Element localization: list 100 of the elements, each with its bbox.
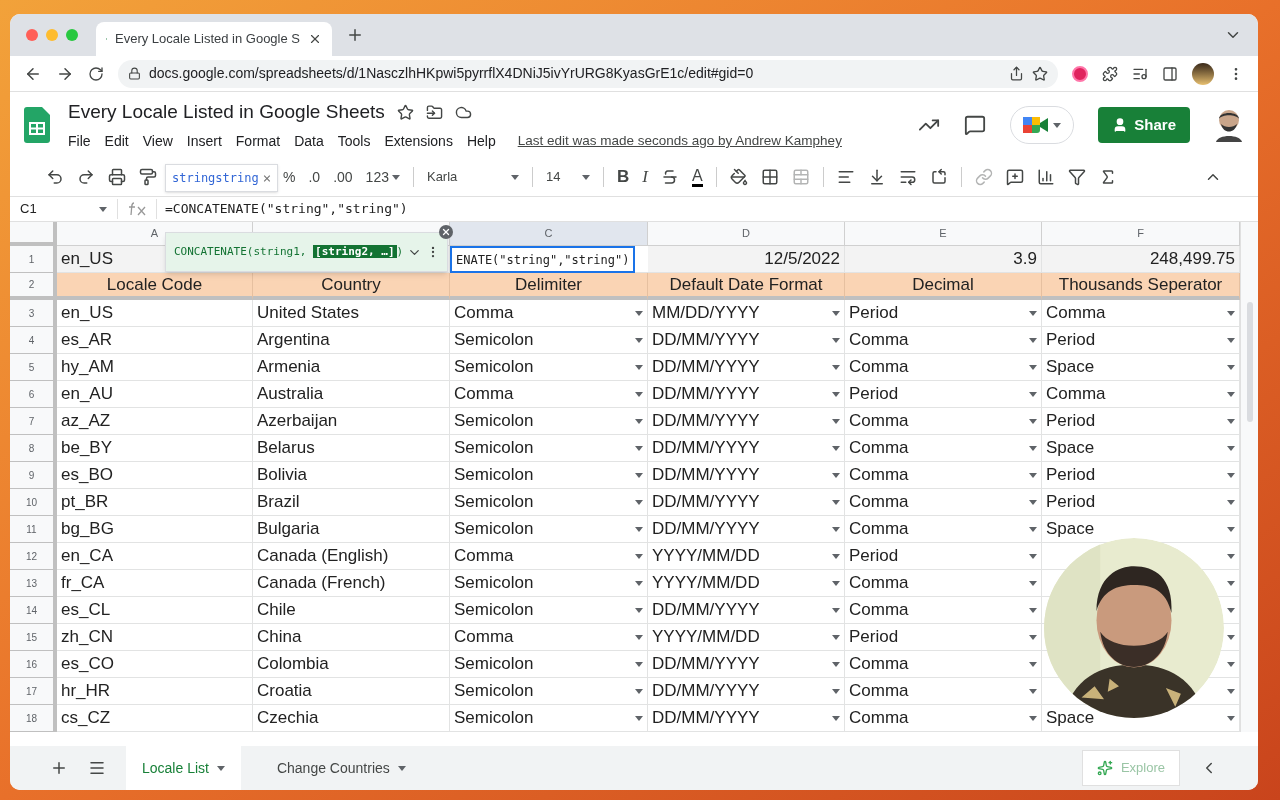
dropdown-caret-icon[interactable]: [635, 445, 643, 451]
caret-icon[interactable]: [581, 174, 590, 180]
tooltip-close-button[interactable]: ×: [262, 167, 272, 189]
sheet-tab[interactable]: Locale List: [126, 746, 241, 790]
side-panel-icon[interactable]: [1162, 65, 1178, 82]
dropdown-caret-icon[interactable]: [1029, 337, 1037, 343]
dropdown-caret-icon[interactable]: [1029, 715, 1037, 721]
text-wrap-icon[interactable]: [898, 168, 917, 186]
dropdown-caret-icon[interactable]: [1227, 418, 1235, 424]
chart-icon[interactable]: [1036, 168, 1055, 186]
lock-icon[interactable]: [128, 67, 141, 80]
dropdown-caret-icon[interactable]: [1227, 499, 1235, 505]
dropdown-caret-icon[interactable]: [635, 715, 643, 721]
row-number[interactable]: 13: [10, 570, 57, 597]
corner-cell[interactable]: [10, 222, 57, 246]
align-icon[interactable]: [836, 168, 855, 186]
dropdown-caret-icon[interactable]: [1227, 337, 1235, 343]
all-sheets-icon[interactable]: [88, 759, 106, 777]
row-number[interactable]: 14: [10, 597, 57, 624]
caret-icon[interactable]: [391, 174, 400, 180]
borders-icon[interactable]: [760, 168, 779, 186]
column-header[interactable]: C: [450, 222, 648, 246]
row-number[interactable]: 9: [10, 462, 57, 489]
decrease-decimals[interactable]: .0: [308, 166, 321, 188]
dropdown-caret-icon[interactable]: [1029, 661, 1037, 667]
menu-item[interactable]: File: [68, 130, 91, 152]
last-edit-link[interactable]: Last edit was made seconds ago by Andrew Kamphey: [517, 131, 842, 152]
column-header[interactable]: D: [648, 222, 845, 246]
dropdown-caret-icon[interactable]: [1227, 580, 1235, 586]
comment-icon[interactable]: [1005, 168, 1024, 186]
profile-avatar[interactable]: [1192, 62, 1214, 85]
column-header[interactable]: F: [1042, 222, 1240, 246]
menu-item[interactable]: Help: [466, 130, 496, 152]
share-icon[interactable]: [1009, 66, 1024, 81]
dropdown-caret-icon[interactable]: [1227, 634, 1235, 640]
print-icon[interactable]: [108, 168, 126, 186]
row-number[interactable]: 2: [10, 273, 57, 300]
row-number[interactable]: 5: [10, 354, 57, 381]
new-tab-icon[interactable]: [346, 26, 364, 44]
row-number[interactable]: 17: [10, 678, 57, 705]
dropdown-caret-icon[interactable]: [1227, 661, 1235, 667]
font-size-selector[interactable]: 14: [545, 167, 590, 187]
dropdown-caret-icon[interactable]: [635, 418, 643, 424]
dropdown-caret-icon[interactable]: [1227, 526, 1235, 532]
row-number[interactable]: 4: [10, 327, 57, 354]
row-number[interactable]: 1: [10, 246, 57, 273]
dropdown-caret-icon[interactable]: [635, 364, 643, 370]
menu-item[interactable]: Extensions: [384, 130, 453, 152]
dropdown-caret-icon[interactable]: [832, 391, 840, 397]
dropdown-caret-icon[interactable]: [1029, 634, 1037, 640]
row-number[interactable]: 3: [10, 300, 57, 327]
dropdown-caret-icon[interactable]: [1029, 526, 1037, 532]
dropdown-caret-icon[interactable]: [1029, 391, 1037, 397]
dropdown-caret-icon[interactable]: [1227, 607, 1235, 613]
dropdown-caret-icon[interactable]: [635, 634, 643, 640]
dropdown-caret-icon[interactable]: [832, 364, 840, 370]
dropdown-caret-icon[interactable]: [832, 715, 840, 721]
redo-icon[interactable]: [77, 168, 95, 186]
extensions-icon[interactable]: [1102, 65, 1118, 82]
menu-item[interactable]: Data: [294, 130, 324, 152]
paint-format-icon[interactable]: [139, 168, 157, 186]
menu-item[interactable]: Format: [235, 130, 281, 152]
dropdown-caret-icon[interactable]: [832, 499, 840, 505]
share-button[interactable]: Share: [1098, 107, 1190, 143]
dropdown-caret-icon[interactable]: [832, 418, 840, 424]
percent-format[interactable]: %: [283, 166, 296, 188]
menu-item[interactable]: View: [142, 130, 173, 152]
text-color-button[interactable]: A: [691, 167, 703, 187]
browser-tab[interactable]: Every Locale Listed in Google S: [96, 22, 332, 56]
dropdown-caret-icon[interactable]: [1029, 580, 1037, 586]
strikethrough-icon[interactable]: [660, 168, 679, 186]
user-avatar[interactable]: [1214, 108, 1244, 142]
star-icon[interactable]: [396, 104, 414, 121]
dropdown-caret-icon[interactable]: [832, 337, 840, 343]
caret-icon[interactable]: [99, 206, 107, 212]
sheet-tab[interactable]: Change Countries: [260, 746, 422, 790]
caret-icon[interactable]: [1053, 122, 1062, 128]
italic-button[interactable]: I: [642, 164, 648, 190]
reload-icon[interactable]: [88, 65, 104, 82]
dropdown-caret-icon[interactable]: [1029, 445, 1037, 451]
font-selector[interactable]: Karla: [426, 167, 519, 187]
cloud-icon[interactable]: [454, 104, 472, 121]
address-bar[interactable]: docs.google.com/spreadsheets/d/1NasczlhHKpwi5pyrrflX4DNiJ5ivYrURG8KyasGrE1c/edit#gid=0: [118, 59, 1058, 88]
bookmark-star-icon[interactable]: [1032, 65, 1048, 82]
dropdown-caret-icon[interactable]: [832, 580, 840, 586]
dropdown-caret-icon[interactable]: [832, 661, 840, 667]
dropdown-caret-icon[interactable]: [1029, 472, 1037, 478]
document-title[interactable]: Every Locale Listed in Google Sheets: [68, 98, 385, 127]
dropdown-caret-icon[interactable]: [635, 580, 643, 586]
close-icon[interactable]: [308, 32, 322, 46]
row-number[interactable]: 10: [10, 489, 57, 516]
filter-icon[interactable]: [1067, 168, 1086, 186]
dropdown-caret-icon[interactable]: [1227, 310, 1235, 316]
row-number[interactable]: 18: [10, 705, 57, 732]
row-number[interactable]: 11: [10, 516, 57, 543]
row-number[interactable]: 6: [10, 381, 57, 408]
dropdown-caret-icon[interactable]: [832, 472, 840, 478]
row-number[interactable]: 8: [10, 435, 57, 462]
increase-decimals[interactable]: .00: [333, 166, 353, 188]
menu-item[interactable]: Edit: [104, 130, 129, 152]
